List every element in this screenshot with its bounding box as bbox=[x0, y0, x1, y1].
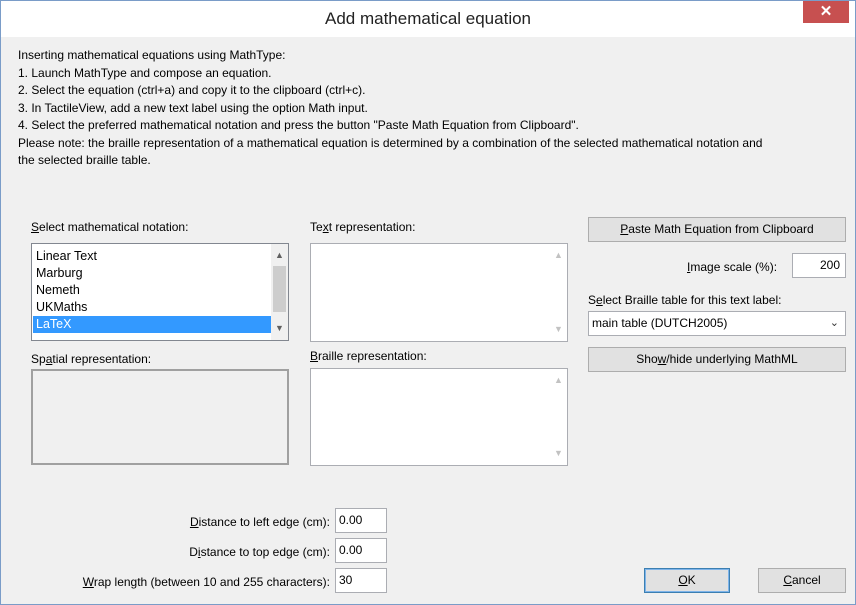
close-icon[interactable]: ✕ bbox=[803, 1, 849, 23]
scroll-up-icon[interactable]: ▲ bbox=[271, 247, 288, 264]
braille-table-value: main table (DUTCH2005) bbox=[592, 316, 728, 330]
instruction-line: Please note: the braille representation … bbox=[18, 135, 763, 150]
wrap-length-input[interactable]: 30 bbox=[335, 568, 387, 593]
list-item[interactable]: Marburg bbox=[33, 265, 271, 282]
chevron-down-icon[interactable]: ⌄ bbox=[830, 312, 839, 334]
list-item[interactable]: Nemeth bbox=[33, 282, 271, 299]
notation-listbox[interactable]: Linear Text Marburg Nemeth UKMaths LaTeX… bbox=[31, 243, 289, 341]
braille-repr-scrollbar[interactable]: ▲ ▼ bbox=[550, 369, 567, 465]
list-item-selected[interactable]: LaTeX bbox=[33, 316, 271, 333]
text-representation-label: Text representation: bbox=[310, 220, 416, 234]
scroll-thumb[interactable] bbox=[273, 266, 286, 312]
scroll-down-icon[interactable]: ▼ bbox=[550, 321, 567, 338]
braille-representation-label: Braille representation: bbox=[310, 349, 427, 363]
paste-math-equation-button[interactable]: Paste Math Equation from Clipboard bbox=[588, 217, 846, 242]
scroll-down-icon[interactable]: ▼ bbox=[271, 320, 288, 337]
scroll-down-icon[interactable]: ▼ bbox=[550, 445, 567, 462]
dialog-title: Add mathematical equation bbox=[324, 9, 532, 28]
image-scale-input[interactable]: 200 bbox=[792, 253, 846, 278]
distance-left-input[interactable]: 0.00 bbox=[335, 508, 387, 533]
instruction-line: the selected braille table. bbox=[18, 153, 151, 167]
show-hide-mathml-button[interactable]: Show/hide underlying MathML bbox=[588, 347, 846, 372]
braille-representation-field[interactable]: ▲ ▼ bbox=[310, 368, 568, 466]
instructions-text: Inserting mathematical equations using M… bbox=[18, 47, 848, 170]
list-item[interactable]: UKMaths bbox=[33, 299, 271, 316]
text-repr-scrollbar[interactable]: ▲ ▼ bbox=[550, 244, 567, 341]
add-math-equation-dialog: Add mathematical equation ✕ Inserting ma… bbox=[0, 0, 856, 605]
distance-top-label: Distance to top edge (cm): bbox=[189, 545, 330, 559]
wrap-length-label: Wrap length (between 10 and 255 characte… bbox=[82, 575, 330, 589]
text-representation-field[interactable]: ▲ ▼ bbox=[310, 243, 568, 342]
title-bar: Add mathematical equation ✕ bbox=[1, 1, 855, 37]
list-item[interactable]: Linear Text bbox=[33, 248, 271, 265]
spatial-representation-panel bbox=[31, 369, 289, 465]
instruction-line: 4. Select the preferred mathematical not… bbox=[18, 118, 579, 132]
braille-table-label: Select Braille table for this text label… bbox=[588, 293, 782, 307]
cancel-button[interactable]: Cancel bbox=[758, 568, 846, 593]
distance-top-input[interactable]: 0.00 bbox=[335, 538, 387, 563]
ok-button[interactable]: OK bbox=[644, 568, 730, 593]
instruction-line: 3. In TactileView, add a new text label … bbox=[18, 100, 368, 115]
image-scale-label: Image scale (%): bbox=[687, 260, 778, 274]
instruction-line: Inserting mathematical equations using M… bbox=[18, 48, 286, 62]
scroll-up-icon[interactable]: ▲ bbox=[550, 372, 567, 389]
notation-label: Select mathematical notation: bbox=[31, 220, 189, 234]
notation-scrollbar[interactable]: ▲ ▼ bbox=[271, 244, 288, 340]
instruction-line: 1. Launch MathType and compose an equati… bbox=[18, 65, 272, 80]
distance-left-label: Distance to left edge (cm): bbox=[189, 515, 330, 529]
spatial-label: Spatial representation: bbox=[31, 352, 152, 366]
instruction-line: 2. Select the equation (ctrl+a) and copy… bbox=[18, 83, 366, 97]
braille-table-select[interactable]: main table (DUTCH2005) ⌄ bbox=[588, 311, 846, 336]
scroll-up-icon[interactable]: ▲ bbox=[550, 247, 567, 264]
